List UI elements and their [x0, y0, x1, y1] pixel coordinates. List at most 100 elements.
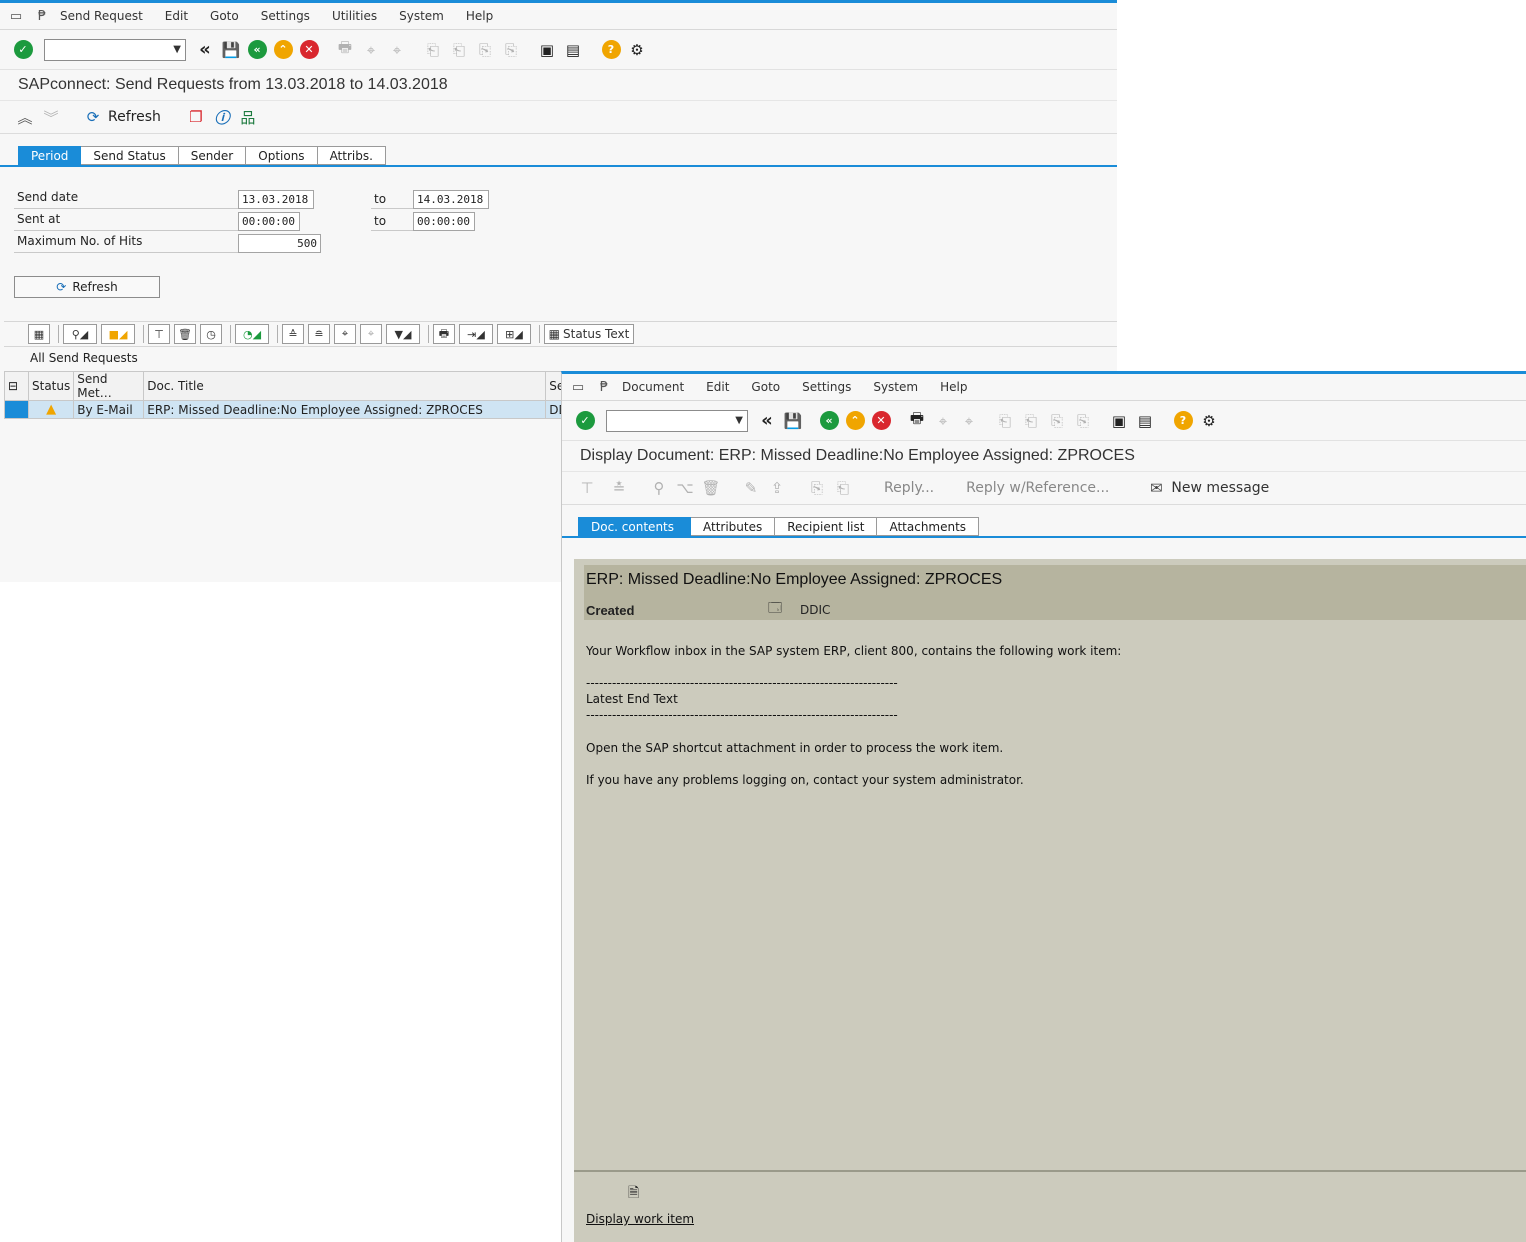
- window-menu-icon[interactable]: ▭: [570, 380, 586, 395]
- column-header-doc-title[interactable]: Doc. Title: [143, 371, 547, 401]
- double-chevron-left-icon[interactable]: «: [756, 410, 778, 432]
- last-page-icon[interactable]: ⎘: [1072, 410, 1094, 432]
- customize-icon[interactable]: ₱: [34, 9, 50, 24]
- print-icon[interactable]: 🖶: [334, 38, 356, 61]
- tab-doc-contents[interactable]: Doc. contents: [578, 517, 691, 536]
- next-page-icon[interactable]: ⎘: [474, 39, 496, 61]
- sort-ascending-icon[interactable]: ≙: [282, 324, 304, 344]
- row-selector[interactable]: [4, 400, 29, 419]
- back-icon[interactable]: «: [246, 39, 268, 61]
- print-icon[interactable]: 🖶: [433, 324, 455, 344]
- first-page-icon[interactable]: ⎗: [422, 39, 444, 61]
- hierarchy-icon[interactable]: ⌥: [674, 477, 696, 499]
- refresh-icon[interactable]: ⟳: [82, 106, 104, 128]
- hierarchy-icon[interactable]: 品: [237, 106, 259, 128]
- new-message-icon[interactable]: ✉: [1145, 477, 1167, 499]
- exit-icon[interactable]: ⌃: [844, 410, 866, 432]
- tab-period[interactable]: Period: [18, 146, 82, 165]
- distribute-icon[interactable]: ⚲: [648, 477, 670, 499]
- menu-goto[interactable]: Goto: [751, 380, 780, 394]
- tab-sender[interactable]: Sender: [178, 146, 247, 165]
- status-refresh-icon[interactable]: ◔◢: [235, 324, 269, 344]
- expand-up-icon[interactable]: ︽: [14, 106, 36, 128]
- resend-icon[interactable]: ⊤: [576, 477, 598, 499]
- find-next-icon[interactable]: ⌖: [958, 410, 980, 432]
- command-field[interactable]: ▼: [44, 38, 186, 61]
- gear-icon[interactable]: ⚙: [1198, 410, 1220, 432]
- double-chevron-left-icon[interactable]: «: [194, 39, 216, 61]
- tab-attachments[interactable]: Attachments: [877, 517, 980, 536]
- display-work-item-link[interactable]: Display work item: [586, 1212, 694, 1226]
- export-icon[interactable]: ⇥◢: [459, 324, 493, 344]
- work-item-icon[interactable]: 🗎: [628, 1182, 639, 1206]
- create-shortcut-icon[interactable]: ▤: [562, 39, 584, 61]
- save-icon[interactable]: 💾: [782, 410, 804, 432]
- sort-descending-icon[interactable]: ≘: [308, 324, 330, 344]
- create-shortcut-icon[interactable]: ▤: [1134, 410, 1156, 432]
- menu-settings[interactable]: Settings: [802, 380, 851, 394]
- new-session-icon[interactable]: ▣: [1108, 410, 1130, 432]
- copy-icon[interactable]: ❐: [185, 106, 207, 128]
- menu-utilities[interactable]: Utilities: [332, 9, 377, 23]
- new-session-icon[interactable]: ▣: [536, 39, 558, 61]
- menu-system[interactable]: System: [399, 9, 444, 23]
- tab-attributes[interactable]: Attributes: [691, 517, 776, 536]
- menu-edit[interactable]: Edit: [165, 9, 188, 23]
- table-row[interactable]: ▲ By E-Mail ERP: Missed Deadline:No Empl…: [4, 400, 577, 419]
- layout-icon[interactable]: ■◢: [101, 324, 135, 344]
- info-icon[interactable]: ⓘ: [211, 106, 233, 128]
- menu-help[interactable]: Help: [940, 380, 967, 394]
- details-icon[interactable]: ▦: [28, 324, 50, 344]
- clock-icon[interactable]: ◷: [200, 324, 222, 344]
- trash-icon[interactable]: 🗑: [174, 324, 196, 344]
- binoculars-icon[interactable]: ⌖: [334, 324, 356, 344]
- send-date-from-input[interactable]: 13.03.2018: [238, 190, 314, 209]
- previous-page-icon[interactable]: ⎗: [1020, 410, 1042, 432]
- menu-settings[interactable]: Settings: [261, 9, 310, 23]
- find-next-icon[interactable]: ⌖: [360, 324, 382, 344]
- max-hits-input[interactable]: 500: [238, 234, 321, 253]
- upload-icon[interactable]: ⇪: [766, 477, 788, 499]
- enter-icon[interactable]: ✓: [574, 410, 596, 432]
- menu-edit[interactable]: Edit: [706, 380, 729, 394]
- user-card-icon[interactable]: 🗔: [768, 599, 782, 621]
- window-menu-icon[interactable]: ▭: [8, 9, 24, 24]
- select-all-cell[interactable]: ⊟: [4, 371, 29, 401]
- command-field[interactable]: ▼: [606, 409, 748, 432]
- cancel-icon[interactable]: ✕: [298, 39, 320, 61]
- refresh-label[interactable]: Refresh: [108, 109, 161, 125]
- menu-goto[interactable]: Goto: [210, 9, 239, 23]
- first-page-icon[interactable]: ⎗: [994, 410, 1016, 432]
- sent-at-to-input[interactable]: 00:00:00: [413, 212, 475, 231]
- cancel-icon[interactable]: ✕: [870, 410, 892, 432]
- last-page-icon[interactable]: ⎘: [500, 39, 522, 61]
- export-icon[interactable]: ⎗: [832, 477, 854, 499]
- tab-send-status[interactable]: Send Status: [81, 146, 179, 165]
- trash-icon[interactable]: 🗑: [700, 477, 722, 499]
- customize-icon[interactable]: ₱: [596, 380, 612, 395]
- back-icon[interactable]: «: [818, 410, 840, 432]
- find-icon[interactable]: ⚲◢: [63, 324, 97, 344]
- new-message-button[interactable]: New message: [1171, 480, 1269, 496]
- collapse-down-icon[interactable]: ︾: [40, 106, 62, 128]
- reply-reference-button[interactable]: Reply w/Reference...: [966, 480, 1109, 496]
- enter-icon[interactable]: ✓: [12, 39, 34, 61]
- status-text-button[interactable]: ▦ Status Text: [544, 324, 634, 344]
- help-icon[interactable]: ?: [600, 39, 622, 61]
- filter-icon[interactable]: ▼◢: [386, 324, 420, 344]
- previous-page-icon[interactable]: ⎗: [448, 39, 470, 61]
- exit-icon[interactable]: ⌃: [272, 39, 294, 61]
- help-icon[interactable]: ?: [1172, 410, 1194, 432]
- resend-icon[interactable]: ⊤: [148, 324, 170, 344]
- send-date-to-input[interactable]: 14.03.2018: [413, 190, 489, 209]
- pencil-icon[interactable]: ✎: [740, 477, 762, 499]
- reply-button[interactable]: Reply...: [884, 480, 934, 496]
- menu-document[interactable]: Document: [622, 380, 684, 394]
- find-icon[interactable]: ⌖: [932, 410, 954, 432]
- menu-send-request[interactable]: Send Request: [60, 9, 143, 23]
- find-next-icon[interactable]: ⌖: [386, 39, 408, 61]
- menu-system[interactable]: System: [873, 380, 918, 394]
- tab-options[interactable]: Options: [246, 146, 318, 165]
- find-icon[interactable]: ⌖: [360, 39, 382, 61]
- save-icon[interactable]: 💾: [220, 39, 242, 61]
